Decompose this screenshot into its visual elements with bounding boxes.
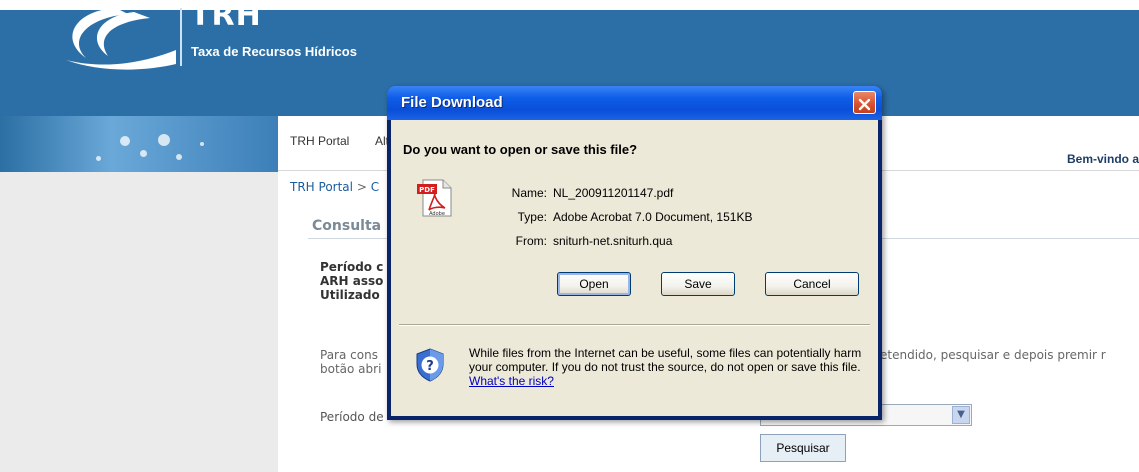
- security-shield-icon: ?: [416, 348, 444, 382]
- paragraph-line: botão abri: [320, 362, 382, 376]
- file-name-value: NL_200911201147.pdf: [553, 186, 674, 200]
- dialog-question: Do you want to open or save this file?: [403, 142, 638, 157]
- security-warning: While files from the Internet can be use…: [469, 346, 869, 388]
- breadcrumb-home-link[interactable]: TRH Portal: [290, 180, 353, 194]
- dialog-title: File Download: [401, 94, 503, 111]
- left-sidebar: [0, 172, 278, 472]
- logo-subtitle: Taxa de Recursos Hídricos: [191, 44, 357, 59]
- from-label: From:: [515, 234, 547, 248]
- logo-divider: [180, 8, 182, 66]
- warning-text: While files from the Internet can be use…: [469, 346, 862, 374]
- bubble: [120, 136, 130, 146]
- file-download-dialog: File Download Do you want to open or sav…: [387, 86, 882, 420]
- cancel-button[interactable]: Cancel: [765, 272, 859, 296]
- section-title: Consulta: [312, 218, 382, 234]
- bubble: [176, 154, 182, 160]
- bubble: [96, 156, 101, 161]
- breadcrumb-separator: >: [356, 180, 367, 194]
- dialog-titlebar[interactable]: File Download: [387, 86, 882, 120]
- bubble: [158, 134, 170, 146]
- bubble: [140, 150, 147, 157]
- open-button[interactable]: Open: [557, 272, 631, 296]
- info-line: Período c: [320, 260, 384, 274]
- name-label: Name:: [511, 186, 547, 200]
- water-banner-image: [0, 116, 278, 172]
- paragraph-line: Para cons: [320, 348, 378, 362]
- svg-text:?: ?: [426, 359, 434, 374]
- file-type-value: Adobe Acrobat 7.0 Document, 151KB: [553, 210, 753, 224]
- breadcrumb: TRH Portal > C: [290, 180, 379, 194]
- instructions-paragraph-right: etendido, pesquisar e depois premir r: [880, 348, 1106, 362]
- info-line: Utilizado: [320, 288, 380, 302]
- water-logo-icon: [46, 0, 176, 70]
- pdf-file-icon: PDF Adobe: [417, 179, 452, 217]
- close-icon: [858, 98, 871, 111]
- file-source-value: sniturh-net.sniturh.qua: [553, 234, 673, 248]
- dialog-separator: [399, 324, 870, 326]
- instructions-paragraph: Para cons botão abri: [320, 348, 381, 376]
- whats-the-risk-link[interactable]: What's the risk?: [469, 374, 554, 388]
- adobe-label-text: Adobe: [429, 211, 445, 217]
- info-block: Período c ARH asso Utilizado: [320, 260, 383, 302]
- save-button[interactable]: Save: [661, 272, 735, 296]
- search-button[interactable]: Pesquisar: [760, 434, 846, 462]
- nav-item-trh-portal[interactable]: TRH Portal: [290, 134, 349, 148]
- breadcrumb-current[interactable]: C: [371, 180, 379, 194]
- bubble: [200, 142, 204, 146]
- dialog-body: Do you want to open or save this file? P…: [391, 120, 878, 416]
- logo-abbreviation: TRH: [190, 0, 262, 33]
- welcome-text: Bem-vindo a: [1066, 152, 1139, 166]
- type-label: Type:: [517, 210, 547, 224]
- period-label: Período de: [320, 410, 384, 424]
- close-button[interactable]: [853, 91, 876, 114]
- info-line: ARH asso: [320, 274, 384, 288]
- dropdown-arrow-icon[interactable]: ▼: [952, 406, 970, 424]
- pdf-badge-text: PDF: [419, 186, 435, 194]
